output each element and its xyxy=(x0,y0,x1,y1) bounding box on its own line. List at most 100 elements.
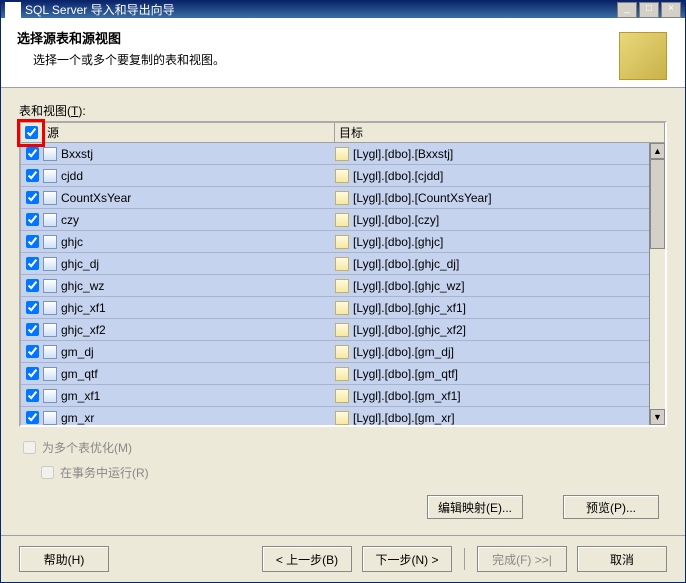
wizard-footer: 帮助(H) < 上一步(B) 下一步(N) > 完成(F) >>| 取消 xyxy=(1,535,685,582)
source-name: ghjc_dj xyxy=(61,257,99,271)
table-icon xyxy=(43,301,57,315)
scroll-track[interactable] xyxy=(650,159,665,409)
row-checkbox[interactable] xyxy=(26,169,39,182)
source-name: gm_xr xyxy=(61,411,94,425)
target-icon xyxy=(335,147,349,161)
table-row[interactable]: Bxxstj [Lygl].[dbo].[Bxxstj] xyxy=(21,143,665,165)
source-name: ghjc xyxy=(61,235,83,249)
row-checkbox[interactable] xyxy=(26,235,39,248)
vertical-scrollbar[interactable]: ▲ ▼ xyxy=(649,143,665,425)
wizard-icon xyxy=(619,32,667,80)
row-checkbox[interactable] xyxy=(26,279,39,292)
table-row[interactable]: gm_qtf[Lygl].[dbo].[gm_qtf] xyxy=(21,363,665,385)
scroll-thumb[interactable] xyxy=(650,159,665,249)
col-header-target[interactable]: 目标 xyxy=(335,123,665,142)
optimize-option: 为多个表优化(M) xyxy=(23,439,663,456)
options-area: 为多个表优化(M) 在事务中运行(R) 编辑映射(E)... 预览(P)... xyxy=(19,427,667,525)
target-icon xyxy=(335,169,349,183)
source-name: ghjc_xf2 xyxy=(61,323,106,337)
target-name: [Lygl].[dbo].[gm_xf1] xyxy=(353,389,461,403)
wizard-header: 选择源表和源视图 选择一个或多个要复制的表和视图。 xyxy=(1,18,685,88)
source-name: gm_dj xyxy=(61,345,94,359)
source-name: CountXsYear xyxy=(61,191,131,205)
source-name: gm_xf1 xyxy=(61,389,100,403)
target-name: [Lygl].[dbo].[ghjc_xf2] xyxy=(353,323,466,337)
table-icon xyxy=(43,345,57,359)
grid-header: 源 目标 xyxy=(21,123,665,143)
window-controls: _ □ × xyxy=(617,2,681,18)
target-name: [Lygl].[dbo].[gm_dj] xyxy=(353,345,454,359)
table-icon xyxy=(43,169,57,183)
help-button[interactable]: 帮助(H) xyxy=(19,546,109,572)
row-checkbox[interactable] xyxy=(26,389,39,402)
transaction-label: 在事务中运行(R) xyxy=(60,464,149,481)
row-checkbox[interactable] xyxy=(26,367,39,380)
row-checkbox[interactable] xyxy=(26,411,39,424)
preview-button[interactable]: 预览(P)... xyxy=(563,495,659,519)
row-checkbox[interactable] xyxy=(26,323,39,336)
target-name: [Lygl].[dbo].[gm_xr] xyxy=(353,411,455,425)
target-icon xyxy=(335,367,349,381)
target-name: [Lygl].[dbo].[gm_qtf] xyxy=(353,367,458,381)
target-name: [Lygl].[dbo].[cjdd] xyxy=(353,169,443,183)
row-checkbox[interactable] xyxy=(26,147,39,160)
target-icon xyxy=(335,301,349,315)
maximize-button[interactable]: □ xyxy=(639,2,659,18)
col-header-source[interactable]: 源 xyxy=(43,123,335,142)
row-checkbox[interactable] xyxy=(26,301,39,314)
close-button[interactable]: × xyxy=(661,2,681,18)
table-row[interactable]: ghjc_wz [Lygl].[dbo].[ghjc_wz] xyxy=(21,275,665,297)
row-checkbox[interactable] xyxy=(26,257,39,270)
back-button[interactable]: < 上一步(B) xyxy=(262,546,352,572)
scroll-down-button[interactable]: ▼ xyxy=(650,409,665,425)
table-row[interactable]: ghjc[Lygl].[dbo].[ghjc] xyxy=(21,231,665,253)
source-name: cjdd xyxy=(61,169,83,183)
cancel-button[interactable]: 取消 xyxy=(577,546,667,572)
optimize-label: 为多个表优化(M) xyxy=(42,439,132,456)
target-name: [Lygl].[dbo].[ghjc_xf1] xyxy=(353,301,466,315)
table-row[interactable]: ghjc_dj [Lygl].[dbo].[ghjc_dj] xyxy=(21,253,665,275)
target-icon xyxy=(335,389,349,403)
optimize-checkbox xyxy=(23,441,36,454)
table-row[interactable]: gm_xf1 [Lygl].[dbo].[gm_xf1] xyxy=(21,385,665,407)
target-name: [Lygl].[dbo].[ghjc_wz] xyxy=(353,279,465,293)
page-title: 选择源表和源视图 xyxy=(17,28,225,47)
table-row[interactable]: cjdd [Lygl].[dbo].[cjdd] xyxy=(21,165,665,187)
target-name: [Lygl].[dbo].[ghjc_dj] xyxy=(353,257,459,271)
source-name: ghjc_wz xyxy=(61,279,104,293)
table-icon xyxy=(43,213,57,227)
source-name: Bxxstj xyxy=(61,147,93,161)
source-name: ghjc_xf1 xyxy=(61,301,106,315)
table-icon xyxy=(43,257,57,271)
edit-mapping-button[interactable]: 编辑映射(E)... xyxy=(427,495,523,519)
titlebar: SQL Server 导入和导出向导 _ □ × xyxy=(1,1,685,18)
next-button[interactable]: 下一步(N) > xyxy=(362,546,452,572)
table-row[interactable]: CountXsYear[Lygl].[dbo].[CountXsYear] xyxy=(21,187,665,209)
row-checkbox[interactable] xyxy=(26,345,39,358)
col-header-checkbox[interactable] xyxy=(21,123,43,142)
scroll-up-button[interactable]: ▲ xyxy=(650,143,665,159)
target-name: [Lygl].[dbo].[Bxxstj] xyxy=(353,147,453,161)
row-checkbox[interactable] xyxy=(26,191,39,204)
tables-grid: 源 目标 Bxxstj [Lygl].[dbo].[Bxxstj] cjdd [Lyg… xyxy=(19,121,667,427)
list-label: 表和视图(T): xyxy=(19,102,667,119)
table-icon xyxy=(43,323,57,337)
table-row[interactable]: gm_dj [Lygl].[dbo].[gm_dj] xyxy=(21,341,665,363)
transaction-checkbox xyxy=(41,466,54,479)
row-checkbox[interactable] xyxy=(26,213,39,226)
table-row[interactable]: ghjc_xf1 [Lygl].[dbo].[ghjc_xf1] xyxy=(21,297,665,319)
target-icon xyxy=(335,191,349,205)
table-icon xyxy=(43,279,57,293)
minimize-button[interactable]: _ xyxy=(617,2,637,18)
table-row[interactable]: czy[Lygl].[dbo].[czy] xyxy=(21,209,665,231)
target-icon xyxy=(335,257,349,271)
select-all-checkbox[interactable] xyxy=(25,126,38,139)
table-row[interactable]: ghjc_xf2 [Lygl].[dbo].[ghjc_xf2] xyxy=(21,319,665,341)
target-name: [Lygl].[dbo].[czy] xyxy=(353,213,439,227)
page-subtitle: 选择一个或多个要复制的表和视图。 xyxy=(17,51,225,68)
table-row[interactable]: gm_xr [Lygl].[dbo].[gm_xr] xyxy=(21,407,665,425)
nav-divider xyxy=(464,548,465,570)
table-icon xyxy=(43,389,57,403)
app-icon xyxy=(5,2,21,18)
window-title: SQL Server 导入和导出向导 xyxy=(25,1,617,18)
